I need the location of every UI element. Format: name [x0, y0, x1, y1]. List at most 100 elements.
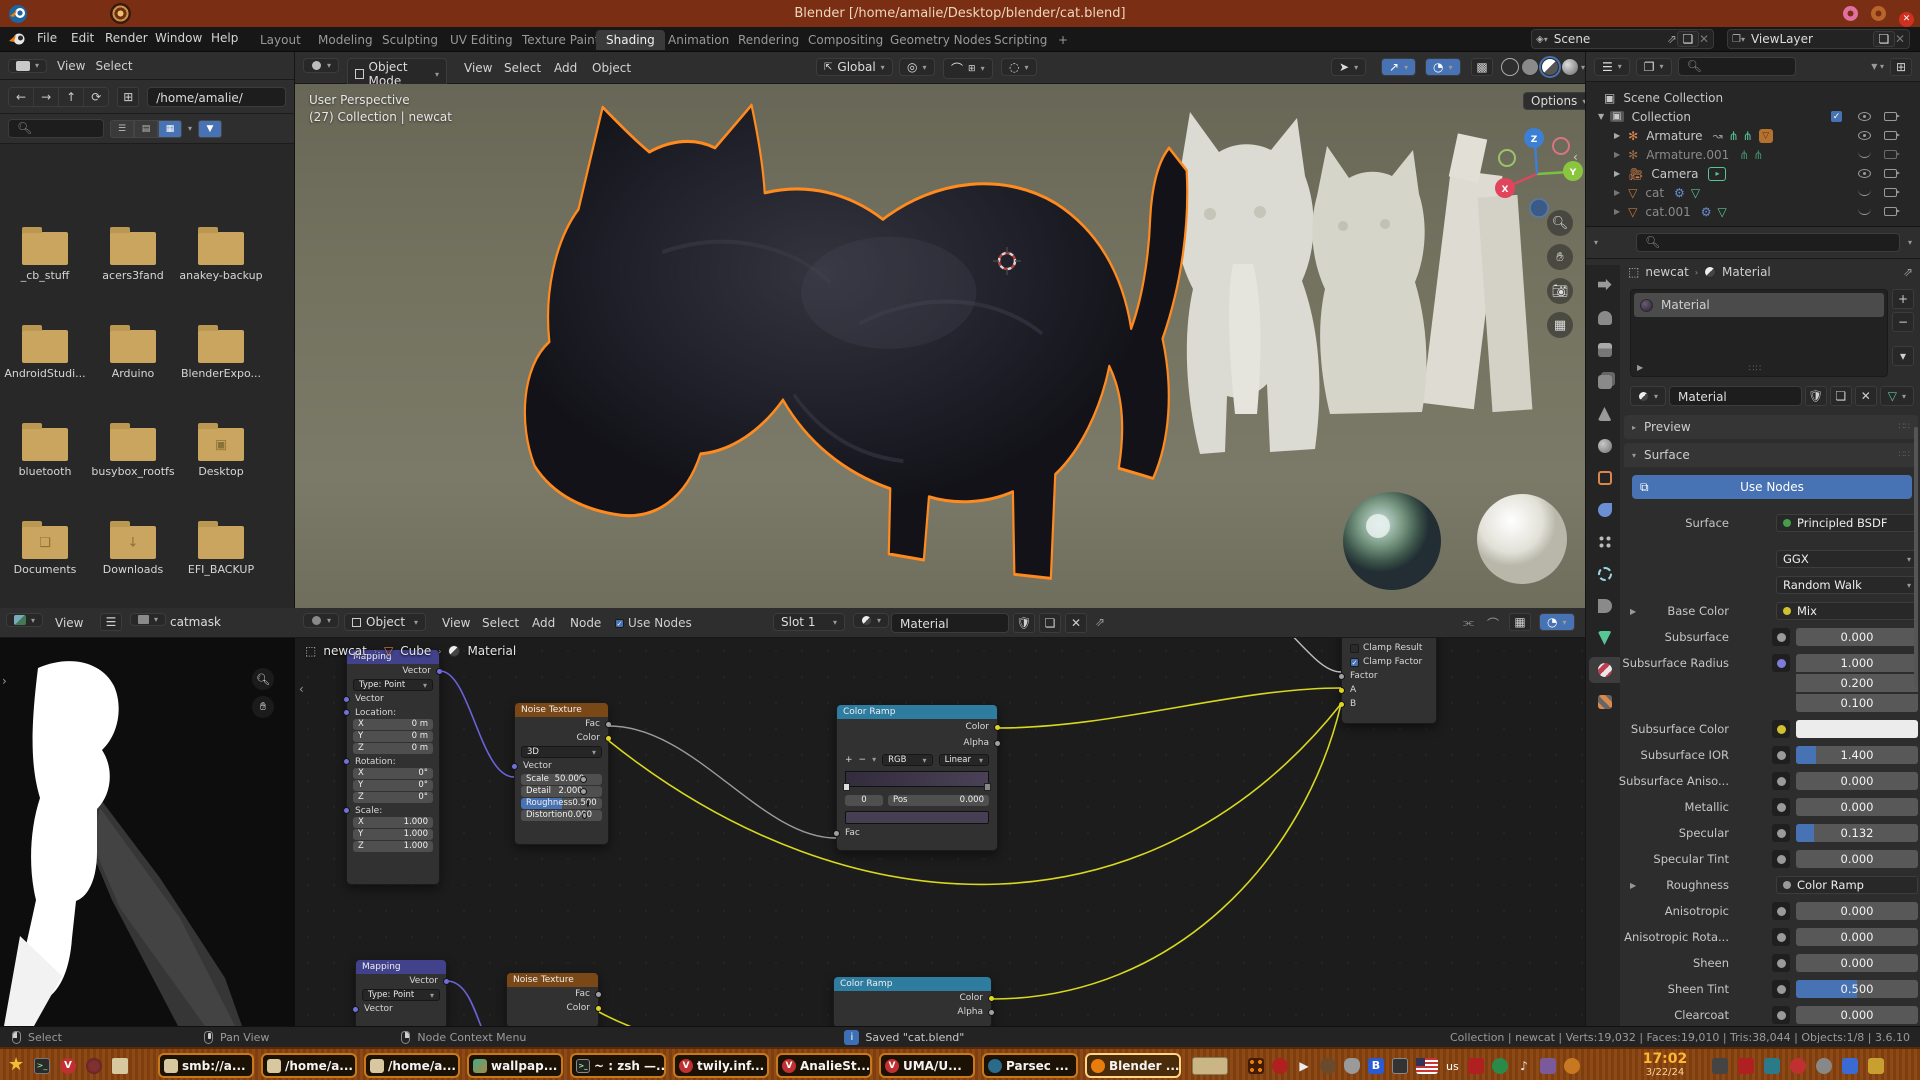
unlink-material-button[interactable]: ✕: [1855, 386, 1877, 406]
window-maximize-button[interactable]: [1871, 6, 1886, 21]
scale-y-field[interactable]: Y1.000: [353, 829, 433, 840]
disable-render-camera-icon[interactable]: [1884, 150, 1897, 159]
proportional-edit-toggle[interactable]: ◌▾: [1001, 58, 1037, 76]
base-color-node-field[interactable]: Mix: [1776, 602, 1918, 620]
ie-pan-icon[interactable]: ✋︎: [252, 696, 274, 718]
hide-eye-closed-icon[interactable]: [1858, 151, 1871, 158]
material-slot-row[interactable]: Material: [1634, 293, 1884, 317]
disclosure-triangle-icon[interactable]: ▶: [1614, 188, 1620, 197]
tab-constraints[interactable]: [1589, 593, 1620, 619]
breadcrumb-object[interactable]: newcat: [1645, 265, 1688, 279]
breadcrumb-cube[interactable]: Cube: [400, 644, 431, 658]
view-horizontal-list-button[interactable]: ▤: [134, 120, 158, 138]
launcher-media-icon[interactable]: [86, 1058, 102, 1074]
taskbar-window-home1[interactable]: /home/a...: [261, 1053, 357, 1078]
ne-snap-magnet-icon[interactable]: ⌒: [1487, 615, 1499, 632]
socket-fac-out[interactable]: [595, 991, 602, 998]
keyboard-layout-label[interactable]: us: [1446, 1060, 1459, 1073]
file-menu-select[interactable]: Select: [96, 59, 133, 73]
expander-icon[interactable]: ▶: [1630, 607, 1636, 616]
tab-uv-editing[interactable]: UV Editing: [440, 30, 523, 50]
node-ramp2-header[interactable]: Color Ramp: [834, 977, 991, 991]
tray-icon-camera[interactable]: [1712, 1058, 1728, 1074]
socket-decorator[interactable]: [1772, 954, 1790, 972]
tab-add-workspace[interactable]: +: [1048, 30, 1078, 50]
tab-shading[interactable]: Shading: [596, 30, 665, 50]
folder-item[interactable]: BlenderExpo...: [177, 322, 265, 380]
tray-icon-guitar[interactable]: [1320, 1058, 1336, 1074]
gizmo-toggle[interactable]: ↗▾: [1381, 58, 1416, 76]
folder-item[interactable]: EFI_BACKUP: [177, 518, 265, 576]
anisotropic-rotation-slider[interactable]: 0.000: [1796, 928, 1918, 946]
remove-view-layer-icon[interactable]: ✕: [1895, 32, 1905, 46]
view-layer-selector[interactable]: ❐▾ ViewLayer ❏ ✕: [1727, 29, 1910, 49]
nav-forward-button[interactable]: →: [34, 88, 59, 106]
toggle-grid-icon[interactable]: ▦: [1547, 312, 1573, 338]
window-close-button[interactable]: ✕: [1899, 12, 1914, 27]
overlays-toggle[interactable]: ◔▾: [1425, 58, 1461, 76]
properties-options-dropdown[interactable]: ▾: [1908, 238, 1912, 247]
camera-view-icon[interactable]: 📷︎: [1547, 278, 1573, 304]
add-slot-button[interactable]: +: [1892, 289, 1914, 309]
pin-icon[interactable]: ⇗: [1667, 32, 1677, 46]
use-nodes-checkbox[interactable]: ✓Use Nodes: [615, 616, 692, 630]
vp-menu-add[interactable]: Add: [545, 57, 586, 79]
sheen-tint-slider[interactable]: 0.500: [1796, 980, 1918, 998]
disable-render-camera-icon[interactable]: [1884, 112, 1897, 121]
noise-detail-field[interactable]: Detail2.000: [521, 786, 602, 797]
ne-menu-add[interactable]: Add: [523, 612, 564, 634]
subsurface-aniso-slider[interactable]: 0.000: [1796, 772, 1918, 790]
specular-tint-slider[interactable]: 0.000: [1796, 850, 1918, 868]
node-editor-canvas[interactable]: ⬚ newcat › ▽ Cube › Material ‹ Mapping V…: [295, 638, 1585, 1026]
pivot-point-dropdown[interactable]: ◎▾: [899, 58, 935, 76]
ramp-stop-handle[interactable]: [843, 783, 850, 791]
socket-factor-in[interactable]: [1338, 673, 1345, 680]
socket-fac-out[interactable]: [605, 721, 612, 728]
copy-material-button[interactable]: ❏: [1830, 386, 1852, 406]
launcher-terminal-icon[interactable]: >_: [34, 1058, 50, 1074]
disclosure-triangle-icon[interactable]: ▼: [1598, 112, 1604, 121]
rot-z-field[interactable]: Z0°: [353, 792, 433, 803]
folder-item[interactable]: bluetooth: [1, 420, 89, 478]
menu-help[interactable]: Help: [202, 27, 247, 49]
image-editor-canvas[interactable]: 🔍︎ ✋︎ ›: [0, 638, 295, 1026]
white-cat-models[interactable]: [1175, 112, 1427, 454]
hide-eye-closed-icon[interactable]: [1858, 208, 1871, 215]
ne-overlays-toggle[interactable]: ◔▾: [1539, 613, 1575, 631]
socket-color-out[interactable]: [605, 735, 612, 742]
ie-zoom-icon[interactable]: 🔍︎: [252, 668, 274, 690]
tab-texture[interactable]: [1589, 689, 1620, 715]
viewport-canvas[interactable]: User Perspective (27) Collection | newca…: [295, 84, 1585, 608]
tray-icon-blue[interactable]: [1842, 1058, 1858, 1074]
ne-browse-material-dropdown[interactable]: ▾: [853, 613, 889, 628]
taskbar-window-parsec[interactable]: Parsec ...: [982, 1053, 1078, 1078]
node-mapping2-header[interactable]: Mapping: [356, 960, 446, 974]
display-mode-dropdown[interactable]: ❐▾: [1636, 58, 1672, 76]
disable-render-camera-icon[interactable]: [1884, 207, 1897, 216]
outliner-row-armature[interactable]: ▶ ✻ Armature ↝ ⋔ ⋔ ▽: [1586, 126, 1920, 145]
nav-refresh-button[interactable]: ⟳: [84, 88, 108, 106]
socket-roughness-in[interactable]: [587, 800, 589, 807]
slot-dropdown[interactable]: Slot 1▾: [773, 613, 845, 631]
node-mapping[interactable]: Mapping Vector Type: Point▾ Vector Locat…: [346, 649, 440, 885]
tray-icon-purple[interactable]: [1540, 1058, 1556, 1074]
sss-method-dropdown[interactable]: Random Walk▾: [1776, 576, 1918, 594]
window-menu-button[interactable]: [1843, 6, 1858, 21]
folder-item[interactable]: ❏Documents: [1, 518, 89, 576]
folder-item[interactable]: anakey-backup: [177, 224, 265, 282]
loc-y-field[interactable]: Y0 m: [353, 731, 433, 742]
folder-item[interactable]: acers3fand: [89, 224, 177, 282]
node-noise2-header[interactable]: Noise Texture: [507, 973, 598, 987]
outliner-row-collection[interactable]: ▼ ▣ Collection ✓: [1586, 107, 1920, 126]
editor-type-image[interactable]: ▾: [6, 613, 43, 627]
socket-detail-in[interactable]: [580, 788, 587, 795]
ramp-gradient-bar[interactable]: [845, 771, 989, 787]
shading-solid-icon[interactable]: [1521, 58, 1539, 76]
shading-wireframe-icon[interactable]: [1501, 58, 1519, 76]
pin-id-icon[interactable]: ⇗: [1903, 265, 1913, 279]
editor-type-shader[interactable]: ▾: [303, 613, 339, 628]
noise-dimensions-dropdown[interactable]: 3D▾: [521, 746, 602, 758]
disable-render-camera-icon[interactable]: [1884, 169, 1897, 178]
folder-item[interactable]: _cb_stuff: [1, 224, 89, 282]
socket-vector-in[interactable]: [343, 696, 350, 703]
